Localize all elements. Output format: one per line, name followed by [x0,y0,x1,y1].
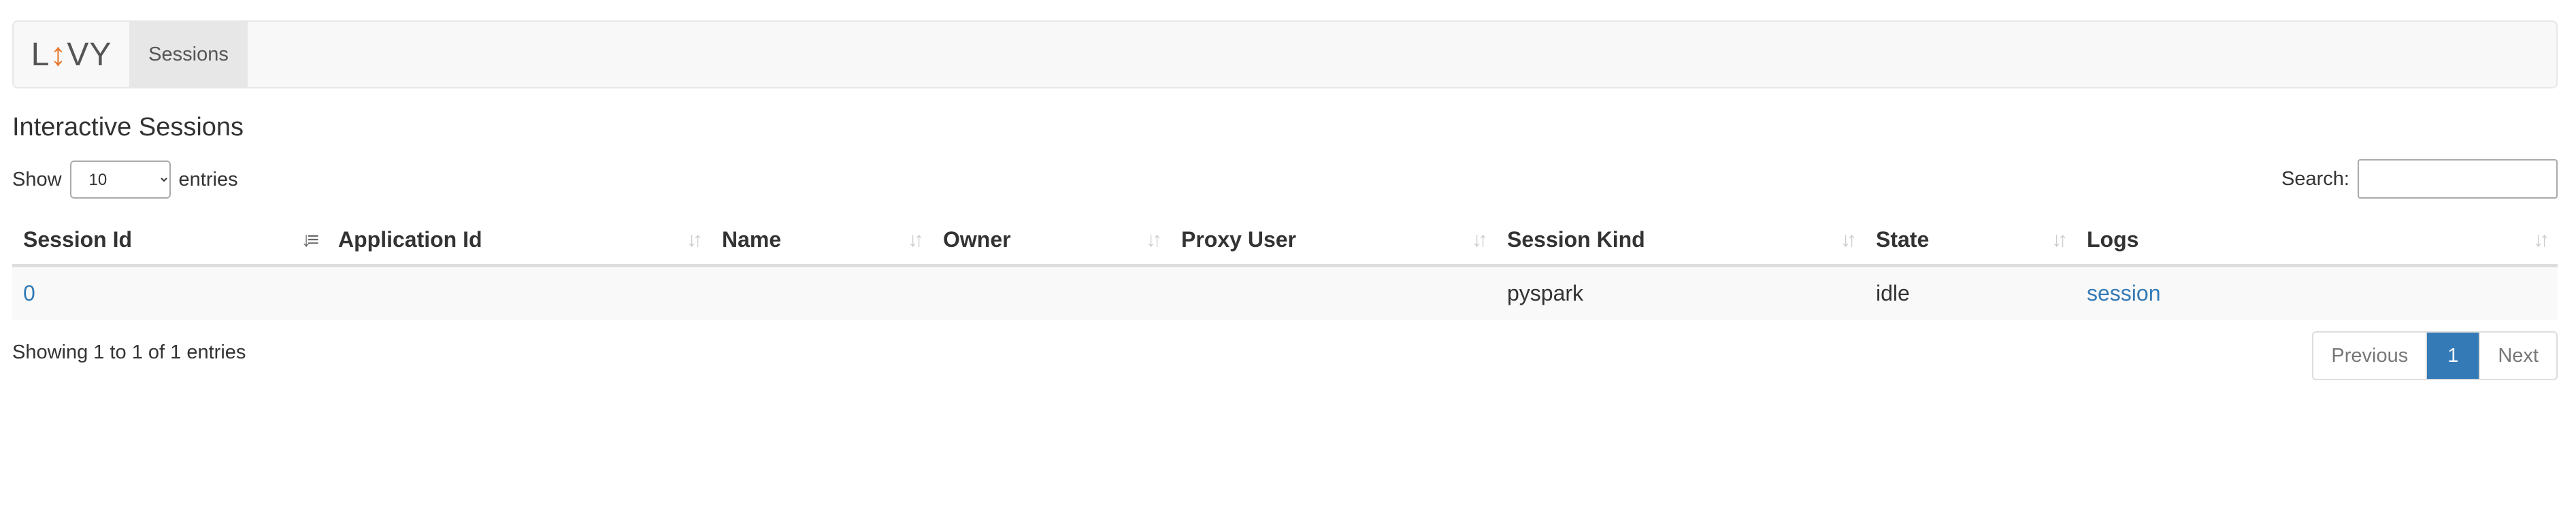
column-header-application-id[interactable]: Application Id ↓↑ [327,216,711,267]
sessions-table: Session Id ↓≡ Application Id ↓↑ Name ↓↑ Own… [12,216,2558,320]
search-filter: Search: [2281,158,2558,200]
sort-both-icon: ↓↑ [908,228,924,251]
entries-label: entries [178,168,238,190]
session-log-link[interactable]: session [2087,281,2161,305]
cell-owner [932,265,1170,320]
search-input[interactable] [2358,159,2558,199]
sort-both-icon: ↓↑ [2533,228,2549,251]
cell-session-kind: pyspark [1496,265,1865,320]
column-label: Proxy User [1181,227,1296,252]
navbar: L ↕ VY Sessions [12,20,2558,88]
nav-tab-sessions[interactable]: Sessions [129,22,248,87]
pagination: Previous 1 Next [2312,331,2558,380]
entries-length-control: Show 10 entries [12,159,238,200]
column-header-logs[interactable]: Logs ↓↑ [2076,216,2558,267]
column-header-session-id[interactable]: Session Id ↓≡ [12,216,327,267]
column-header-name[interactable]: Name ↓↑ [711,216,932,267]
cell-state: idle [1865,265,2076,320]
table-header-row: Session Id ↓≡ Application Id ↓↑ Name ↓↑ Own… [12,216,2558,267]
sort-both-icon: ↓↑ [2051,228,2068,251]
page-title: Interactive Sessions [12,113,244,141]
column-label: Session Id [23,227,133,252]
search-label: Search: [2281,167,2349,190]
cell-session-id: 0 [12,265,327,320]
sort-both-icon: ↓↑ [1840,228,1857,251]
logo-text-right: VY [67,36,112,73]
sort-ascending-icon: ↓≡ [301,228,318,251]
column-label: Application Id [338,227,482,252]
column-label: Session Kind [1507,227,1645,252]
column-header-state[interactable]: State ↓↑ [1865,216,2076,267]
cell-application-id [327,265,711,320]
table-info: Showing 1 to 1 of 1 entries [12,341,246,363]
column-header-session-kind[interactable]: Session Kind ↓↑ [1496,216,1865,267]
current-page-button[interactable]: 1 [2426,333,2479,379]
cell-logs: session [2076,265,2558,320]
logo-arrow-icon: ↕ [50,36,67,73]
livy-logo[interactable]: L ↕ VY [14,22,129,87]
column-header-owner[interactable]: Owner ↓↑ [932,216,1170,267]
sort-both-icon: ↓↑ [687,228,703,251]
column-header-proxy-user[interactable]: Proxy User ↓↑ [1170,216,1496,267]
logo-text-left: L [31,36,50,73]
previous-page-button[interactable]: Previous [2313,333,2426,379]
cell-name [711,265,932,320]
column-label: State [1876,227,1930,252]
table-row: 0 pyspark idle session [12,265,2558,320]
sort-both-icon: ↓↑ [1146,228,1162,251]
column-label: Owner [943,227,1011,252]
column-label: Logs [2087,227,2139,252]
session-id-link[interactable]: 0 [23,281,35,305]
next-page-button[interactable]: Next [2479,333,2556,379]
column-label: Name [722,227,782,252]
entries-per-page-select[interactable]: 10 [69,161,171,199]
show-label: Show [12,168,62,190]
cell-proxy-user [1170,265,1496,320]
sort-both-icon: ↓↑ [1472,228,1488,251]
